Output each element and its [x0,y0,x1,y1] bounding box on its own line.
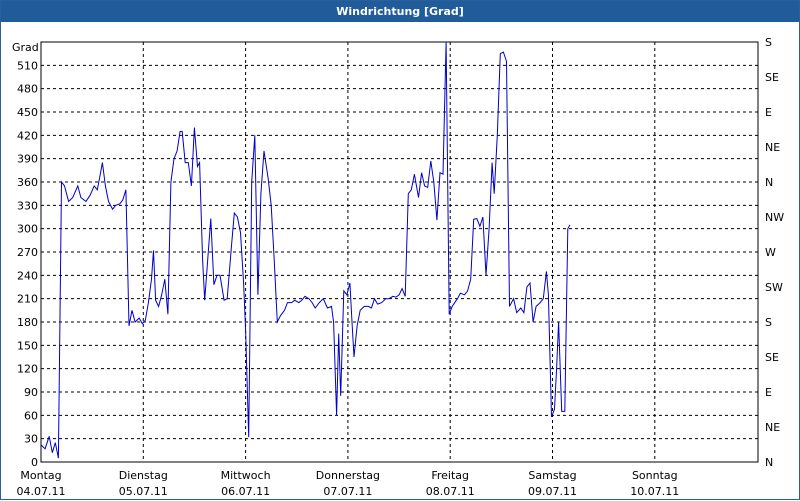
y-tick-label: 240 [17,269,38,282]
y-tick-label: 30 [24,433,38,446]
x-tick-date: 04.07.11 [17,485,66,498]
y-tick-label: 270 [17,246,38,259]
x-tick-date: 06.07.11 [221,485,270,498]
x-tick-day: Mittwoch [221,469,271,482]
right-axis-label: E [765,386,772,399]
y-tick-label: 510 [17,59,38,72]
y-tick-label: 390 [17,153,38,166]
x-tick-day: Freitag [431,469,469,482]
right-axis-label: SE [765,71,779,84]
x-tick-day: Montag [20,469,61,482]
chart-window: Windrichtung [Grad] 0 30 60 90 120 150 180 210 2… [0,0,800,500]
right-axis-label: SE [765,351,779,364]
x-tick-date: 10.07.11 [630,485,679,498]
y-tick-label: 120 [17,363,38,376]
right-axis-label: NE [765,421,780,434]
y-tick-label: 0 [31,456,38,469]
right-axis-label: NE [765,141,780,154]
y-tick-label: 330 [17,199,38,212]
y-tick-label: 60 [24,409,38,422]
x-tick-date: 05.07.11 [119,485,168,498]
x-tick-date: 07.07.11 [323,485,372,498]
right-axis-label: N [765,176,773,189]
right-axis-label: S [765,36,772,49]
wind-direction-chart: 0 30 60 90 120 150 180 210 240 270 300 330 360 390 420… [12,36,784,498]
y-tick-label: 420 [17,129,38,142]
y-tick-label: 360 [17,176,38,189]
right-axis-label: SW [765,281,783,294]
plot-area [40,41,759,463]
y-tick-label: 300 [17,223,38,236]
x-tick-date: 09.07.11 [528,485,577,498]
y-tick-label: 180 [17,316,38,329]
y-tick-label: 210 [17,293,38,306]
x-tick-day: Donnerstag [316,469,380,482]
y-tick-label: 150 [17,339,38,352]
y-tick-label: 90 [24,386,38,399]
x-tick-date: 08.07.11 [426,485,475,498]
right-axis-label: E [765,106,772,119]
right-axis-label: W [765,246,776,259]
y-tick-label: 480 [17,83,38,96]
x-tick-day: Sonntag [632,469,678,482]
x-tick-day: Dienstag [119,469,168,482]
x-tick-day: Samstag [528,469,576,482]
right-axis-label: S [765,316,772,329]
y-tick-label: 450 [17,106,38,119]
right-axis-label: N [765,456,773,469]
y-axis-label: Grad [12,41,39,54]
right-axis-label: NW [765,211,784,224]
